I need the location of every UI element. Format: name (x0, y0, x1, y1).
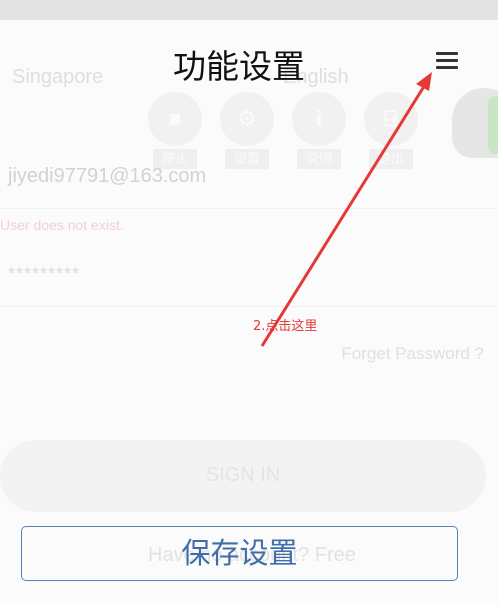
password-divider (0, 306, 498, 307)
dialog-title: 功能设置 (173, 47, 305, 86)
settings-label: 设置 (225, 149, 269, 169)
menu-icon[interactable] (434, 50, 460, 72)
info-label: 说明 (297, 149, 341, 169)
sign-in-label: SIGN IN (205, 464, 281, 486)
email-field: jiyedi97791@163.com (8, 165, 207, 187)
error-message: User does not exist. (0, 217, 124, 233)
password-field: ********* (8, 264, 81, 284)
settings-function-button: ⚙ 设置 (220, 92, 274, 169)
robot-highlight (488, 96, 498, 154)
gear-icon: ⚙ (220, 92, 274, 146)
forgot-password-link: Forget Password ? (341, 344, 484, 363)
stop-function-button: ■ 停止 (148, 92, 202, 169)
stop-icon: ■ (148, 92, 202, 146)
save-settings-button[interactable]: 保存设置 (21, 526, 458, 581)
exit-label: 退出 (369, 149, 413, 169)
annotation-label: 2.点击这里 (253, 319, 318, 334)
info-icon: i (292, 92, 346, 146)
email-divider (0, 208, 498, 209)
info-function-button: i 说明 (292, 92, 346, 169)
exit-function-button: ⍈ 退出 (364, 92, 418, 169)
exit-icon: ⍈ (364, 92, 418, 146)
